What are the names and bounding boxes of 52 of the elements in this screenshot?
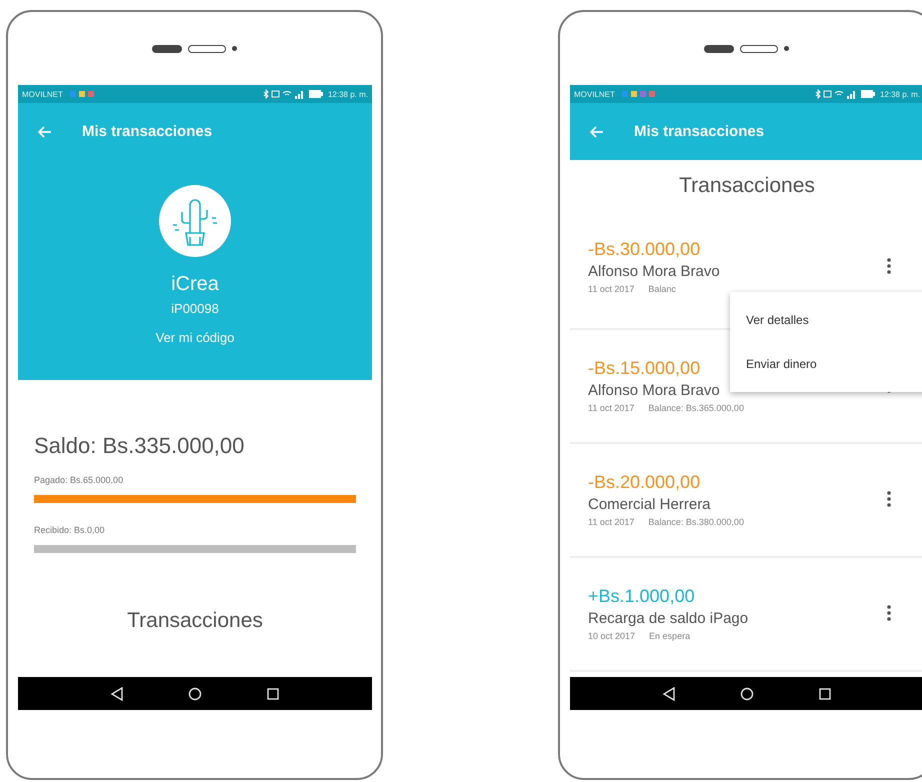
balance-title: Saldo: Bs.335.000,00 [34,433,246,459]
sensor-icon [152,44,182,52]
status-time: 12:38 p. m. [880,90,920,98]
carrier-name: MOVILNET [574,90,615,98]
speaker-icon [188,44,226,52]
transaction-date: 10 oct 2017 [588,630,636,640]
battery-icon [308,90,323,98]
speaker-icon [740,44,778,52]
section-title: Transacciones [127,609,263,633]
transaction-amount: -Bs.30.000,00 [588,238,700,260]
battery-icon [860,90,875,98]
camera-icon [784,46,789,51]
more-icon[interactable] [886,491,892,507]
transaction-date: 11 oct 2017 [588,402,634,412]
meter-label: Pagado: Bs.65.000,00 [34,475,124,485]
menu-item[interactable]: Enviar dinero [730,342,922,386]
transaction-item[interactable]: -Bs.20.000,00 Comercial Herrera 11 oct 2017 Balance: Bs.380.000,00 [570,444,922,558]
transaction-name: Comercial Herrera [588,496,711,512]
profile-code: iP00098 [171,301,219,316]
status-time: 12:38 p. m. [328,90,368,98]
transaction-name: Recarga de saldo iPago [588,610,748,626]
recents-icon[interactable] [818,686,832,700]
home-icon[interactable] [740,686,754,700]
sensor-icon [704,44,734,52]
app-bar-title: Mis transacciones [634,123,764,140]
home-icon[interactable] [188,686,202,700]
more-icon[interactable] [886,605,892,621]
transaction-note: Balanc [648,284,676,294]
camera-icon [232,46,237,51]
section-title: Transacciones [679,174,815,198]
transaction-date: 11 oct 2017 [588,284,634,294]
back-icon[interactable] [662,686,676,700]
cactus-avatar-icon [159,185,231,257]
back-icon[interactable] [110,686,124,700]
more-icon[interactable] [886,258,892,274]
profile-name: iCrea [171,273,219,296]
transaction-name: Alfonso Mora Bravo [588,262,720,280]
status-icons [262,89,306,99]
status-icons [814,89,858,99]
transaction-amount: -Bs.20.000,00 [588,472,700,492]
meter-label: Recibido: Bs.0,00 [34,525,106,535]
transaction-amount: +Bs.1.000,00 [588,586,695,606]
app-bar-title: Mis transacciones [82,123,212,140]
transaction-note: Balance: Bs.365.000,00 [648,402,744,412]
transaction-date: 11 oct 2017 [588,516,634,526]
carrier-name: MOVILNET [22,90,63,98]
transaction-item[interactable]: +Bs.1.000,00 Recarga de saldo iPago 10 oct 2017 En espera [570,558,922,672]
recents-icon[interactable] [266,686,280,700]
transaction-note: En espera [649,630,690,640]
transaction-name: Alfonso Mora Bravo [588,382,720,398]
transaction-amount: -Bs.15.000,00 [588,358,700,378]
transaction-note: Balance: Bs.380.000,00 [648,516,744,526]
